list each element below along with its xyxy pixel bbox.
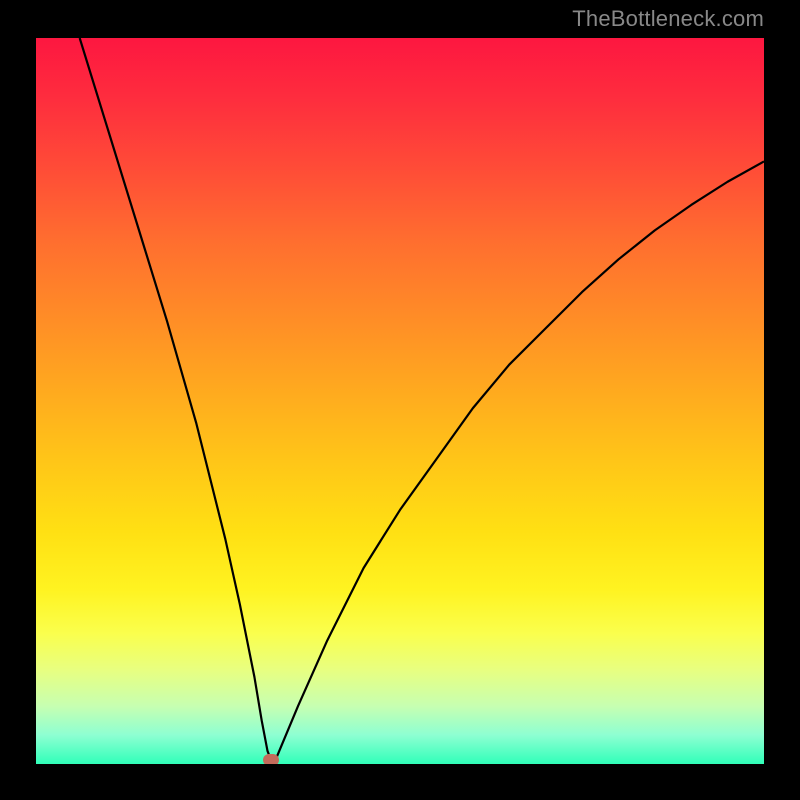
curve-svg: [36, 38, 764, 764]
optimum-marker: [263, 754, 279, 764]
chart-frame: TheBottleneck.com: [0, 0, 800, 800]
watermark-text: TheBottleneck.com: [572, 6, 764, 32]
bottleneck-curve: [80, 38, 764, 760]
plot-area: [36, 38, 764, 764]
